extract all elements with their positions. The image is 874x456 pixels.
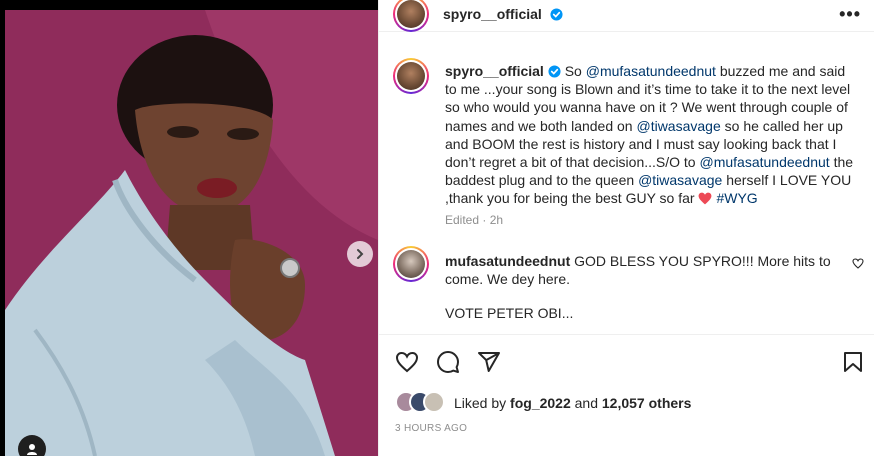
comment-bubble-icon[interactable] <box>436 350 460 374</box>
save-bookmark-icon[interactable] <box>843 351 863 373</box>
verified-badge-icon <box>550 8 563 21</box>
edited-label: Edited · 2h <box>445 213 504 227</box>
likes-prefix: Liked by <box>454 395 511 411</box>
commenter-avatar[interactable] <box>393 246 429 282</box>
left-black-strip <box>0 0 5 456</box>
mention-link[interactable]: @mufasatundeednut <box>699 154 829 170</box>
post-header: spyro__official ••• <box>379 0 874 32</box>
post-photo[interactable] <box>5 10 378 456</box>
caption-author-avatar[interactable] <box>393 58 429 94</box>
post-timestamp[interactable]: 3 HOURS AGO <box>395 423 467 434</box>
comment-like-heart-icon[interactable] <box>852 258 864 269</box>
liker-username[interactable]: fog_2022 <box>510 395 571 411</box>
photo-illustration <box>5 10 378 456</box>
more-options-button[interactable]: ••• <box>839 4 861 25</box>
caption-text-1: So <box>560 63 586 79</box>
user-icon <box>27 444 37 455</box>
next-photo-button[interactable] <box>347 241 373 267</box>
hashtag-link[interactable]: #WYG <box>716 190 757 206</box>
share-paper-plane-icon[interactable] <box>477 350 501 374</box>
chevron-right-icon <box>357 249 364 259</box>
mention-link[interactable]: @mufasatundeednut <box>586 63 716 79</box>
verified-badge-icon <box>548 65 561 78</box>
post-actions: Liked by fog_2022 and 12,057 others 3 HO… <box>379 334 874 456</box>
tagged-people-button[interactable] <box>18 435 46 456</box>
likes-middle: and <box>570 395 602 411</box>
post-details-panel: spyro__official ••• spyro__official So @… <box>378 0 874 456</box>
caption-author-username[interactable]: spyro__official <box>445 63 544 79</box>
liker-avatar <box>423 391 445 413</box>
likes-summary: Liked by fog_2022 and 12,057 others <box>454 395 691 411</box>
like-heart-icon[interactable] <box>395 351 419 373</box>
top-black-bar <box>0 0 378 10</box>
liker-avatars[interactable] <box>395 391 445 413</box>
author-username[interactable]: spyro__official <box>443 6 542 22</box>
comment-text-continued: VOTE PETER OBI... <box>445 305 574 321</box>
red-heart-icon <box>699 193 712 205</box>
likes-count[interactable]: 12,057 others <box>602 395 692 411</box>
comment: mufasatundeednut GOD BLESS YOU SPYRO!!! … <box>445 252 845 288</box>
author-avatar[interactable] <box>393 0 429 32</box>
commenter-username[interactable]: mufasatundeednut <box>445 253 570 269</box>
mention-link[interactable]: @tiwasavage <box>636 118 720 134</box>
post-caption: spyro__official So @mufasatundeednut buz… <box>445 62 855 208</box>
mention-link[interactable]: @tiwasavage <box>638 172 722 188</box>
